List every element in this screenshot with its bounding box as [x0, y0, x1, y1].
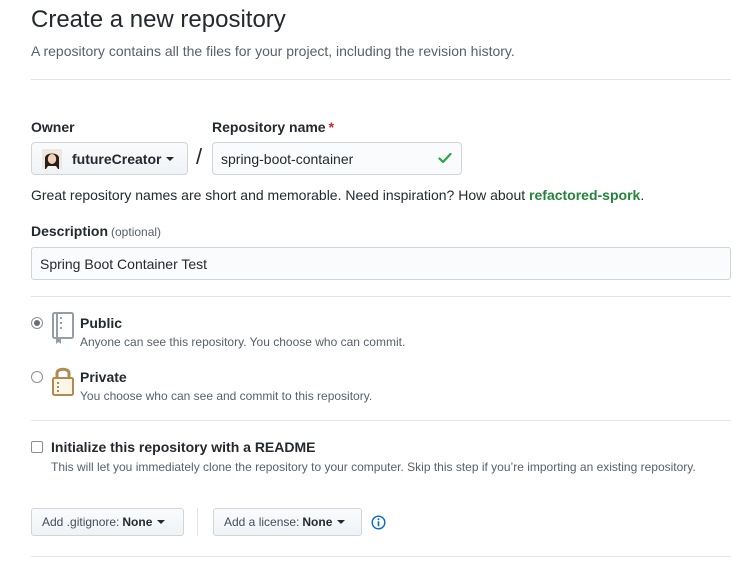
divider [31, 556, 731, 557]
init-readme-title: Initialize this repository with a README [51, 439, 316, 455]
lock-icon [50, 364, 76, 403]
hint-end: . [640, 187, 645, 203]
private-radio[interactable] [31, 371, 43, 383]
init-readme-description: This will let you immediately clone the … [51, 460, 696, 474]
description-label: Description (optional) [31, 223, 161, 239]
license-select-button[interactable]: Add a license: None [213, 508, 362, 536]
chevron-down-icon [157, 520, 166, 524]
info-icon[interactable] [371, 515, 386, 535]
repo-icon [50, 311, 76, 350]
gitignore-value: None [122, 515, 153, 529]
owner-repo-separator: / [196, 144, 203, 169]
owner-label: Owner [31, 119, 75, 135]
license-label: Add a license: [224, 515, 300, 529]
page-subtitle: A repository contains all the files for … [31, 43, 515, 59]
required-mark: * [328, 119, 335, 135]
avatar [42, 148, 62, 169]
repository-name-label-text: Repository name [212, 119, 326, 135]
divider [31, 79, 731, 80]
page-title: Create a new repository [31, 6, 286, 33]
private-option-title: Private [80, 369, 127, 385]
description-input[interactable]: Spring Boot Container Test [31, 247, 731, 280]
license-value: None [302, 515, 333, 529]
repository-name-hint: Great repository names are short and mem… [31, 187, 644, 203]
owner-select-button[interactable]: futureCreator [31, 142, 188, 175]
chevron-down-icon [337, 520, 346, 524]
suggested-name-link[interactable]: refactored-spork [529, 187, 640, 203]
init-readme-checkbox[interactable] [31, 441, 43, 453]
repository-name-input[interactable]: spring-boot-container [212, 142, 462, 175]
public-option-title: Public [80, 315, 123, 331]
divider [31, 296, 731, 297]
repository-name-value: spring-boot-container [221, 150, 354, 167]
public-option-description: Anyone can see this repository. You choo… [80, 335, 406, 349]
chevron-down-icon [166, 156, 175, 161]
gitignore-select-button[interactable]: Add .gitignore: None [31, 508, 184, 536]
public-radio[interactable] [31, 317, 43, 329]
check-icon [438, 151, 452, 168]
vertical-divider [197, 508, 198, 536]
gitignore-label: Add .gitignore: [42, 515, 120, 529]
description-label-text: Description [31, 223, 109, 239]
private-option-description: You choose who can see and commit to thi… [80, 389, 373, 403]
description-value: Spring Boot Container Test [40, 255, 208, 272]
owner-name: futureCreator [72, 150, 162, 167]
optional-tag: (optional) [111, 225, 162, 239]
hint-text: Great repository names are short and mem… [31, 187, 530, 203]
divider [31, 420, 731, 421]
repository-name-label: Repository name * [212, 119, 334, 135]
